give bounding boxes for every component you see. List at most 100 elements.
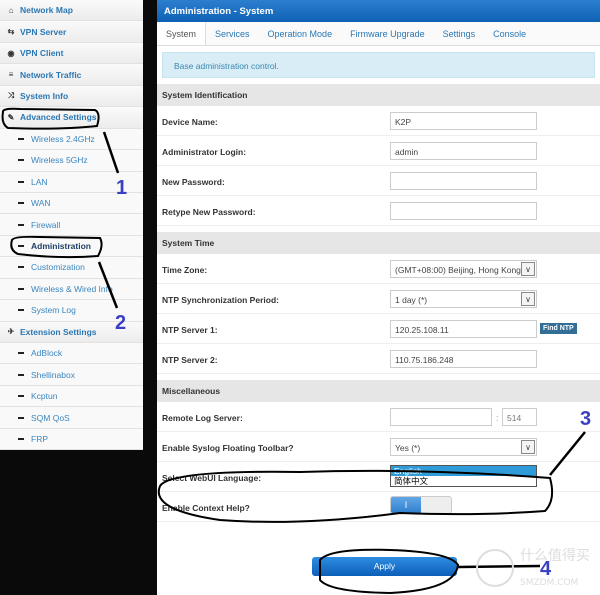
annotation-number-1: 1 — [116, 177, 128, 199]
row-context-help: Enable Context Help? I — [157, 492, 600, 522]
sidebar-item-network-map[interactable]: ⌂ Network Map — [0, 0, 143, 22]
sidebar-item-label: AdBlock — [31, 348, 63, 359]
ntp-server-2-input[interactable]: 110.75.186.248 — [390, 350, 537, 368]
language-listbox[interactable]: English 简体中文 — [390, 465, 537, 487]
find-ntp-button[interactable]: Find NTP — [540, 323, 577, 334]
label: Retype New Password: — [162, 207, 256, 217]
retype-password-input[interactable] — [390, 202, 537, 220]
device-name-input[interactable]: K2P — [390, 112, 537, 130]
language-option-chinese[interactable]: 简体中文 — [391, 476, 536, 486]
row-retype-password: Retype New Password: — [157, 196, 600, 226]
sidebar-item-network-traffic[interactable]: ≡ Network Traffic — [0, 64, 143, 86]
sidebar-item-vpn-client[interactable]: ◉ VPN Client — [0, 42, 143, 65]
sidebar-item-label: Kcptun — [31, 391, 58, 402]
sidebar-item-label: Advanced Settings — [20, 112, 97, 123]
row-time-zone: Time Zone: (GMT+08:00) Beijing, Hong Kong… — [157, 254, 600, 284]
annotation-number-4: 4 — [540, 558, 552, 580]
list-icon: ≡ — [8, 70, 14, 80]
sidebar-item-label: FRP — [31, 433, 48, 444]
row-ntp-server-1: NTP Server 1: 120.25.108.11 Find NTP — [157, 314, 600, 344]
select-value: Yes (*) — [395, 443, 421, 453]
sidebar-item-label: Network Traffic — [20, 69, 82, 80]
time-zone-select[interactable]: (GMT+08:00) Beijing, Hong Kong ∨ — [390, 260, 537, 278]
page-title: Administration - System — [157, 0, 600, 22]
label: NTP Synchronization Period: — [162, 295, 279, 305]
sidebar-item-frp[interactable]: FRP — [0, 428, 143, 451]
sidebar-item-sqm-qos[interactable]: SQM QoS — [0, 407, 143, 429]
row-device-name: Device Name: K2P — [157, 106, 600, 136]
tab-operation-mode[interactable]: Operation Mode — [259, 22, 342, 45]
section-system-time: System Time — [157, 232, 600, 254]
sidebar-item-vpn-server[interactable]: ⇆ VPN Server — [0, 21, 143, 43]
tab-firmware-upgrade[interactable]: Firmware Upgrade — [341, 22, 434, 45]
tab-settings[interactable]: Settings — [434, 22, 485, 45]
sidebar-item-wireless-wired-info[interactable]: Wireless & Wired Info — [0, 278, 143, 301]
sidebar-item-label: Shellinabox — [31, 369, 75, 380]
annotation-number-3: 3 — [580, 408, 592, 430]
info-banner: Base administration control. — [162, 52, 595, 78]
sidebar-item-wireless-5ghz[interactable]: Wireless 5GHz — [0, 150, 143, 172]
globe-icon: ◉ — [7, 48, 15, 58]
row-webui-language: Select WebUI Language: English 简体中文 — [157, 462, 600, 492]
sidebar-item-firewall[interactable]: Firewall — [0, 214, 143, 236]
remote-log-port-input[interactable]: 514 — [502, 408, 537, 426]
sidebar-item-label: WAN — [31, 198, 51, 209]
sidebar-item-administration[interactable]: Administration — [0, 235, 143, 258]
chevron-down-icon: ∨ — [521, 262, 535, 276]
toggle-on-state: I — [391, 497, 421, 513]
dash-icon — [18, 395, 24, 398]
label: Select WebUI Language: — [162, 473, 262, 483]
sidebar-item-label: Wireless & Wired Info — [31, 283, 113, 294]
dash-icon — [18, 202, 24, 205]
language-option-english[interactable]: English — [391, 466, 536, 476]
chevron-down-icon: ∨ — [521, 292, 535, 306]
annotation-number-2: 2 — [115, 312, 127, 334]
ntp-period-select[interactable]: 1 day (*) ∨ — [390, 290, 537, 308]
sidebar-item-label: System Log — [31, 305, 76, 316]
dash-icon — [18, 416, 24, 419]
sidebar-item-label: Administration — [31, 241, 91, 252]
sidebar-item-label: SQM QoS — [31, 412, 70, 423]
sidebar-item-label: Network Map — [20, 5, 73, 16]
row-ntp-period: NTP Synchronization Period: 1 day (*) ∨ — [157, 284, 600, 314]
syslog-toolbar-select[interactable]: Yes (*) ∨ — [390, 438, 537, 456]
context-help-toggle[interactable]: I — [390, 496, 452, 514]
dash-icon — [18, 245, 24, 248]
label: Remote Log Server: — [162, 413, 243, 423]
row-syslog-toolbar: Enable Syslog Floating Toolbar? Yes (*) ∨ — [157, 432, 600, 462]
sidebar-item-label: VPN Server — [20, 26, 67, 37]
sidebar-item-advanced-settings[interactable]: ✎ Advanced Settings — [0, 107, 143, 129]
shuffle-icon: ⤨ — [7, 90, 15, 100]
tab-services[interactable]: Services — [206, 22, 259, 45]
apply-button[interactable]: Apply — [312, 557, 457, 576]
swap-icon: ⇆ — [7, 27, 15, 37]
sidebar-item-shellinabox[interactable]: Shellinabox — [0, 364, 143, 386]
wrench-icon: ✎ — [7, 112, 15, 122]
label: New Password: — [162, 177, 225, 187]
label: Device Name: — [162, 117, 218, 127]
new-password-input[interactable] — [390, 172, 537, 190]
sidebar-item-wireless-2-4ghz[interactable]: Wireless 2.4GHz — [0, 128, 143, 151]
dash-icon — [18, 437, 24, 440]
remote-log-server-input[interactable] — [390, 408, 492, 426]
ntp-server-1-input[interactable]: 120.25.108.11 — [390, 320, 537, 338]
sidebar-item-adblock[interactable]: AdBlock — [0, 343, 143, 365]
plane-icon: ✈ — [7, 327, 15, 337]
sidebar-item-label: Wireless 5GHz — [31, 155, 88, 166]
chevron-down-icon: ∨ — [521, 440, 535, 454]
tab-console[interactable]: Console — [484, 22, 535, 45]
admin-login-input[interactable]: admin — [390, 142, 537, 160]
sidebar-item-customization[interactable]: Customization — [0, 257, 143, 279]
sidebar-item-label: System Info — [20, 90, 69, 101]
dash-icon — [18, 266, 24, 269]
tab-system[interactable]: System — [157, 22, 207, 45]
row-admin-login: Administrator Login: admin — [157, 136, 600, 166]
label: Time Zone: — [162, 265, 208, 275]
home-icon: ⌂ — [8, 5, 14, 15]
sidebar-item-system-info[interactable]: ⤨ System Info — [0, 85, 143, 108]
dash-icon — [18, 159, 24, 162]
section-miscellaneous: Miscellaneous — [157, 380, 600, 402]
dash-icon — [18, 223, 24, 226]
sidebar-item-kcptun[interactable]: Kcptun — [0, 385, 143, 408]
label: Administrator Login: — [162, 147, 247, 157]
